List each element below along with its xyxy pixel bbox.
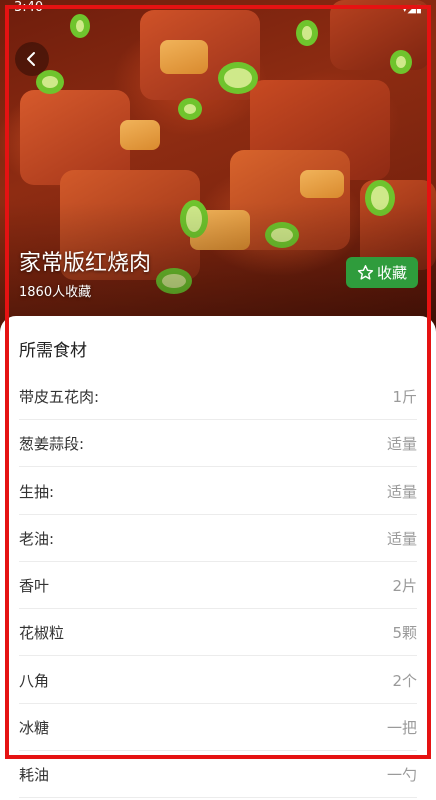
ingredient-row: 香叶 2片 — [19, 563, 417, 610]
star-outline-icon — [357, 265, 374, 280]
ingredient-amount: 一把 — [386, 719, 417, 738]
ingredients-list: 带皮五花肉: 1斤 葱姜蒜段: 适量 生抽: 适量 老油: 适量 香叶 2片 花… — [19, 374, 417, 800]
ingredient-row: 葱姜蒜段: 适量 — [19, 421, 417, 468]
favorite-button[interactable]: 收藏 — [346, 257, 418, 288]
ingredient-amount: 2片 — [392, 577, 417, 596]
pork-fat — [300, 170, 344, 198]
ingredient-name: 耗油 — [19, 766, 50, 785]
ingredient-row: 八角 2个 — [19, 658, 417, 704]
pork-fat — [160, 40, 208, 74]
ingredient-name: 老油: — [19, 529, 55, 548]
dish-title: 家常版红烧肉 — [19, 251, 152, 276]
ingredient-amount: 适量 — [386, 435, 417, 454]
ingredient-name: 葱姜蒜段: — [19, 435, 85, 454]
status-icons: ▾◢▮ — [401, 2, 422, 15]
back-button[interactable] — [15, 42, 49, 76]
chevron-left-icon — [27, 52, 35, 66]
ingredient-amount: 适量 — [386, 482, 417, 501]
ingredient-amount: 5颗 — [392, 624, 417, 643]
status-time: 3:40 — [14, 0, 44, 15]
ingredient-amount: 2个 — [392, 671, 417, 690]
ingredient-name: 八角 — [19, 671, 50, 690]
ingredient-row: 耗油 一勺 — [19, 752, 417, 799]
ingredient-row: 老油: 适量 — [19, 516, 417, 562]
ingredient-name: 带皮五花肉: — [19, 388, 100, 406]
ingredient-row: 冰糖 一把 — [19, 705, 417, 752]
dish-hero-image: 3:40 ▾◢▮ 家常版红烧肉 1860人收藏 收藏 — [0, 0, 436, 332]
favorite-button-label: 收藏 — [376, 264, 407, 282]
scallion-garnish — [70, 14, 90, 38]
scallion-garnish — [218, 62, 258, 94]
favorite-count: 1860人收藏 — [19, 285, 92, 300]
pork-fat — [120, 120, 160, 150]
scallion-garnish — [178, 98, 202, 120]
scallion-garnish — [390, 50, 412, 74]
ingredient-amount: 适量 — [386, 529, 417, 548]
ingredients-title: 所需食材 — [19, 341, 87, 361]
ingredients-sheet: 所需食材 带皮五花肉: 1斤 葱姜蒜段: 适量 生抽: 适量 老油: 适量 香叶… — [0, 316, 436, 799]
scallion-garnish — [296, 20, 318, 46]
ingredient-amount: 1斤 — [392, 388, 417, 406]
ingredient-amount: 一勺 — [386, 766, 417, 785]
ingredient-row: 花椒粒 5颗 — [19, 610, 417, 657]
ingredient-name: 花椒粒 — [19, 624, 65, 643]
ingredient-name: 冰糖 — [19, 719, 50, 738]
ingredient-name: 香叶 — [19, 577, 50, 596]
ingredient-row: 带皮五花肉: 1斤 — [19, 374, 417, 420]
ingredient-row: 生抽: 适量 — [19, 469, 417, 515]
ingredient-name: 生抽: — [19, 482, 55, 501]
